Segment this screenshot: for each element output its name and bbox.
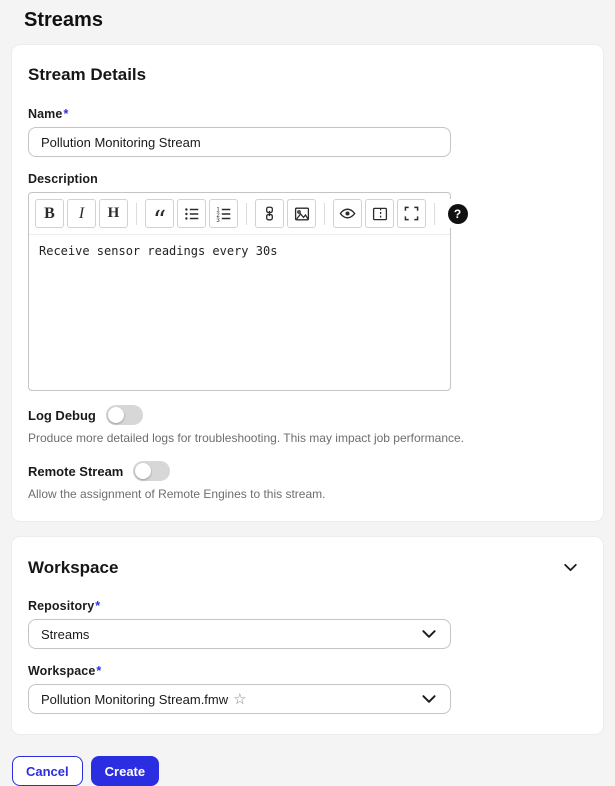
name-input[interactable] bbox=[28, 127, 451, 157]
workspace-heading: Workspace bbox=[28, 557, 119, 577]
preview-button[interactable] bbox=[333, 199, 362, 228]
workspace-field: Workspace* Pollution Monitoring Stream.f… bbox=[28, 664, 587, 714]
required-asterisk: * bbox=[96, 664, 102, 678]
chevron-down-icon bbox=[564, 563, 577, 572]
unordered-list-icon bbox=[184, 207, 198, 220]
description-field: Description B I H “ 123 ? Receive sensor… bbox=[28, 172, 587, 391]
name-field: Name* bbox=[28, 107, 587, 157]
link-button[interactable] bbox=[255, 199, 284, 228]
eye-icon bbox=[339, 208, 356, 219]
repository-select[interactable]: Streams bbox=[28, 619, 451, 649]
name-label: Name* bbox=[28, 107, 69, 121]
italic-button[interactable]: I bbox=[67, 199, 96, 228]
bold-icon: B bbox=[44, 204, 55, 222]
toolbar-separator bbox=[434, 202, 435, 225]
chevron-down-icon bbox=[422, 695, 436, 703]
editor-toolbar: B I H “ 123 ? bbox=[29, 193, 472, 235]
create-button[interactable]: Create bbox=[90, 756, 160, 786]
collapse-section-button[interactable] bbox=[560, 557, 581, 578]
repository-selected-value: Streams bbox=[41, 626, 90, 642]
ordered-list-icon: 123 bbox=[216, 207, 230, 222]
toolbar-separator bbox=[324, 202, 325, 225]
description-label: Description bbox=[28, 172, 98, 186]
chevron-down-icon bbox=[422, 630, 436, 638]
repository-label: Repository* bbox=[28, 599, 101, 613]
remote-stream-toggle[interactable] bbox=[133, 461, 171, 481]
log-debug-toggle[interactable] bbox=[105, 405, 143, 425]
stream-details-card: Stream Details Name* Description B I H “… bbox=[12, 45, 603, 521]
unordered-list-button[interactable] bbox=[177, 199, 206, 228]
quote-button[interactable]: “ bbox=[145, 199, 174, 234]
fullscreen-icon bbox=[404, 206, 419, 221]
log-debug-label: Log Debug bbox=[28, 407, 96, 423]
required-asterisk: * bbox=[63, 107, 69, 121]
cancel-button[interactable]: Cancel bbox=[12, 756, 83, 786]
heading-button[interactable]: H bbox=[99, 199, 128, 228]
log-debug-help: Produce more detailed logs for troublesh… bbox=[28, 431, 465, 445]
remote-stream-row: Remote Stream bbox=[28, 461, 587, 481]
toggle-knob bbox=[135, 463, 152, 479]
bold-button[interactable]: B bbox=[35, 199, 64, 228]
fullscreen-button[interactable] bbox=[397, 199, 426, 228]
image-button[interactable] bbox=[287, 199, 316, 228]
description-editor-content[interactable]: Receive sensor readings every 30s bbox=[29, 235, 450, 390]
workspace-header: Workspace bbox=[28, 557, 587, 578]
stream-details-heading: Stream Details bbox=[28, 65, 147, 84]
link-icon bbox=[266, 206, 273, 221]
heading-icon: H bbox=[107, 205, 120, 221]
guide-button[interactable]: ? bbox=[443, 199, 472, 228]
side-by-side-icon bbox=[372, 207, 387, 220]
workspace-card: Workspace Repository* Streams Workspace*… bbox=[12, 537, 603, 734]
side-by-side-button[interactable] bbox=[365, 199, 394, 228]
image-icon bbox=[294, 207, 309, 220]
toggle-knob bbox=[107, 407, 124, 423]
footer-actions: Cancel Create bbox=[12, 756, 615, 786]
log-debug-row: Log Debug bbox=[28, 405, 587, 425]
required-asterisk: * bbox=[95, 599, 101, 613]
question-icon: ? bbox=[447, 203, 468, 224]
workspace-label: Workspace* bbox=[28, 664, 102, 678]
italic-icon: I bbox=[78, 204, 85, 222]
page-title: Streams bbox=[24, 9, 103, 31]
toolbar-separator bbox=[246, 202, 247, 225]
remote-stream-help: Allow the assignment of Remote Engines t… bbox=[28, 487, 326, 501]
star-outline-icon: ☆ bbox=[233, 690, 247, 708]
toolbar-separator bbox=[136, 202, 137, 225]
repository-field: Repository* Streams bbox=[28, 599, 587, 649]
markdown-editor: B I H “ 123 ? Receive sensor readings ev… bbox=[28, 192, 472, 391]
ordered-list-button[interactable]: 123 bbox=[209, 199, 238, 228]
svg-text:3: 3 bbox=[216, 218, 220, 222]
remote-stream-label: Remote Stream bbox=[28, 463, 124, 479]
workspace-selected-value: Pollution Monitoring Stream.fmw bbox=[41, 691, 229, 707]
workspace-select[interactable]: Pollution Monitoring Stream.fmw ☆ bbox=[28, 684, 451, 714]
